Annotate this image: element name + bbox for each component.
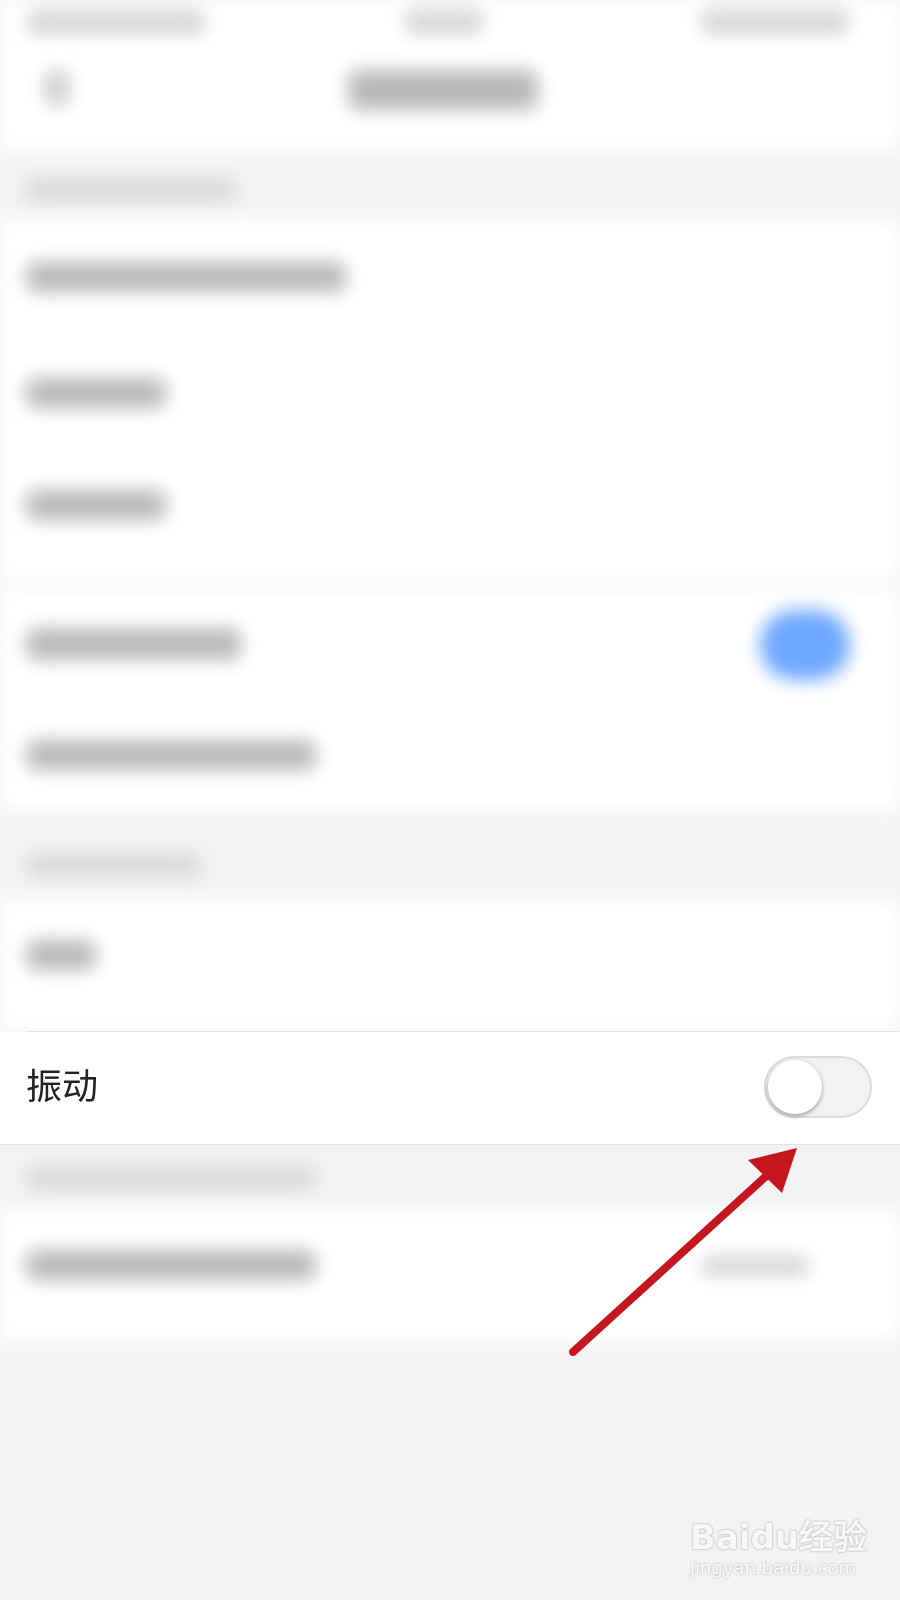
blurred-settings-screen xyxy=(0,0,900,1600)
blurred-toggle-on xyxy=(760,610,850,680)
section-header-3 xyxy=(26,1168,316,1188)
vibrate-label: 振动 xyxy=(26,1067,99,1108)
watermark-brand: Baidu经验 xyxy=(690,1518,868,1558)
status-bar-center xyxy=(404,10,484,34)
setting-row-5 xyxy=(26,740,316,770)
status-bar-left xyxy=(26,10,206,34)
back-icon xyxy=(44,70,70,106)
setting-row-2 xyxy=(26,378,166,408)
setting-row-4 xyxy=(26,628,241,660)
vibrate-setting-row[interactable]: 振动 xyxy=(0,1032,900,1145)
section-header-1 xyxy=(26,180,236,200)
setting-row-3 xyxy=(26,490,166,520)
setting-row-1 xyxy=(26,262,346,292)
status-bar-right xyxy=(700,10,850,34)
setting-row-7 xyxy=(26,1250,316,1280)
settings-group-3 xyxy=(0,900,900,1030)
section-header-2 xyxy=(26,855,201,875)
setting-row-6 xyxy=(26,940,96,970)
baidu-watermark: Baidu经验 jingyan.baidu.com xyxy=(690,1500,870,1590)
page-title xyxy=(348,70,538,110)
settings-group-2 xyxy=(0,590,900,810)
toggle-knob xyxy=(768,1060,822,1114)
setting-row-7-value xyxy=(700,1256,810,1276)
watermark-url: jingyan.baidu.com xyxy=(690,1558,857,1579)
vibrate-toggle[interactable] xyxy=(764,1056,872,1118)
